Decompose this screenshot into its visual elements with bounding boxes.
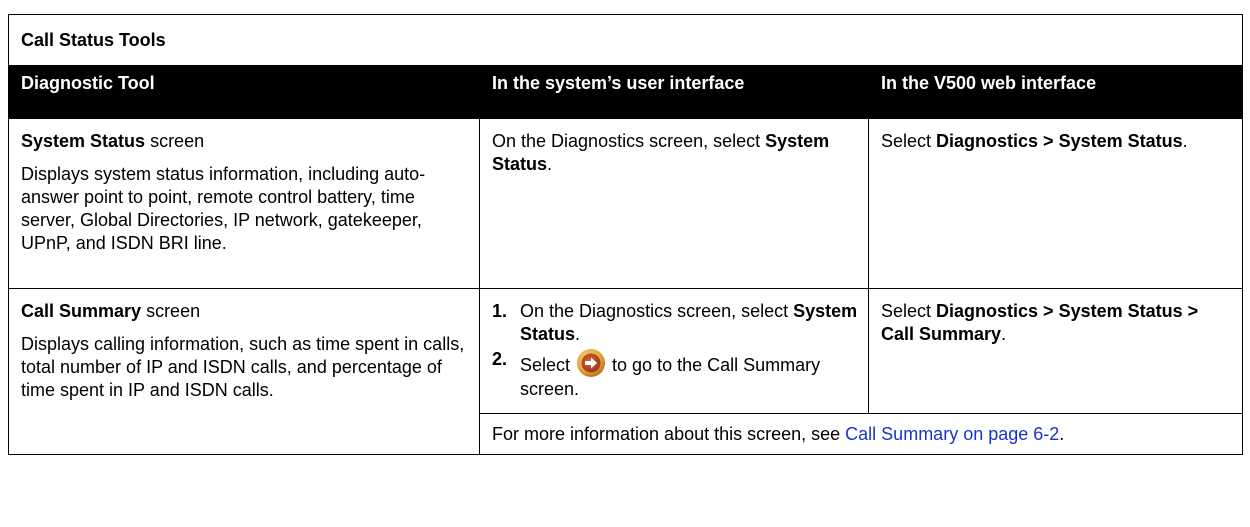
more-info-text: For more information about this screen, … xyxy=(492,423,1232,446)
web-suffix: . xyxy=(1182,131,1188,151)
header-system-user-interface: In the system’s user interface xyxy=(479,65,869,119)
step-item: 1. On the Diagnostics screen, select Syst… xyxy=(492,300,858,346)
tool-cell-call-summary: Call Summary screen Displays calling inf… xyxy=(8,288,480,455)
step-number: 1. xyxy=(492,301,508,321)
forward-arrow-icon xyxy=(576,348,606,378)
tool-name: Call Summary xyxy=(21,301,142,321)
web-prefix: Select xyxy=(881,301,937,321)
table-row: System Status screen Displays system sta… xyxy=(8,118,1244,289)
ui-suffix: . xyxy=(547,154,553,174)
more-info-suffix: . xyxy=(1059,424,1065,444)
steps-list: 1. On the Diagnostics screen, select Syst… xyxy=(492,300,858,401)
call-summary-link[interactable]: Call Summary on page 6-2 xyxy=(845,424,1059,444)
web-cell-system-status: Select Diagnostics > System Status. xyxy=(867,118,1244,289)
step-prefix: On the Diagnostics screen, select xyxy=(520,301,794,321)
ui-prefix: On the Diagnostics screen, select xyxy=(492,131,766,151)
tool-description: Displays calling information, such as ti… xyxy=(21,334,465,400)
step-item: 2. Select to go to the Call Summary scre… xyxy=(492,348,858,401)
tool-suffix: screen xyxy=(145,131,205,151)
page: Call Status Tools Diagnostic Tool In the… xyxy=(0,0,1250,527)
tool-cell-system-status: System Status screen Displays system sta… xyxy=(8,118,480,289)
header-diagnostic-tool: Diagnostic Tool xyxy=(8,65,480,119)
web-cell-call-summary: Select Diagnostics > System Status > Cal… xyxy=(867,288,1244,414)
web-prefix: Select xyxy=(881,131,937,151)
table-row: Call Summary screen Displays calling inf… xyxy=(8,288,1244,455)
ui-cell-call-summary: 1. On the Diagnostics screen, select Syst… xyxy=(479,288,869,414)
header-row: Diagnostic Tool In the system’s user int… xyxy=(8,65,1244,119)
step-suffix: . xyxy=(575,324,581,344)
table-title: Call Status Tools xyxy=(7,14,1244,66)
more-info-cell: For more information about this screen, … xyxy=(478,413,1244,455)
step-prefix: Select xyxy=(520,355,571,375)
tool-suffix: screen xyxy=(141,301,201,321)
ui-cell-system-status: On the Diagnostics screen, select System… xyxy=(479,118,869,289)
tool-heading: Call Summary screen xyxy=(21,300,469,323)
call-status-tools-table: Call Status Tools Diagnostic Tool In the… xyxy=(7,14,1244,455)
web-instruction: Select Diagnostics > System Status > Cal… xyxy=(881,300,1232,346)
web-instruction: Select Diagnostics > System Status. xyxy=(881,130,1232,153)
step-number: 2. xyxy=(492,349,508,369)
tool-name: System Status xyxy=(21,131,146,151)
ui-instruction: On the Diagnostics screen, select System… xyxy=(492,130,858,176)
web-bold: Diagnostics > System Status xyxy=(936,131,1183,151)
web-suffix: . xyxy=(1001,324,1007,344)
tool-heading: System Status screen xyxy=(21,130,469,153)
header-web-interface: In the V500 web interface xyxy=(867,65,1244,119)
tool-description: Displays system status information, incl… xyxy=(21,164,426,253)
more-info-prefix: For more information about this screen, … xyxy=(492,424,846,444)
